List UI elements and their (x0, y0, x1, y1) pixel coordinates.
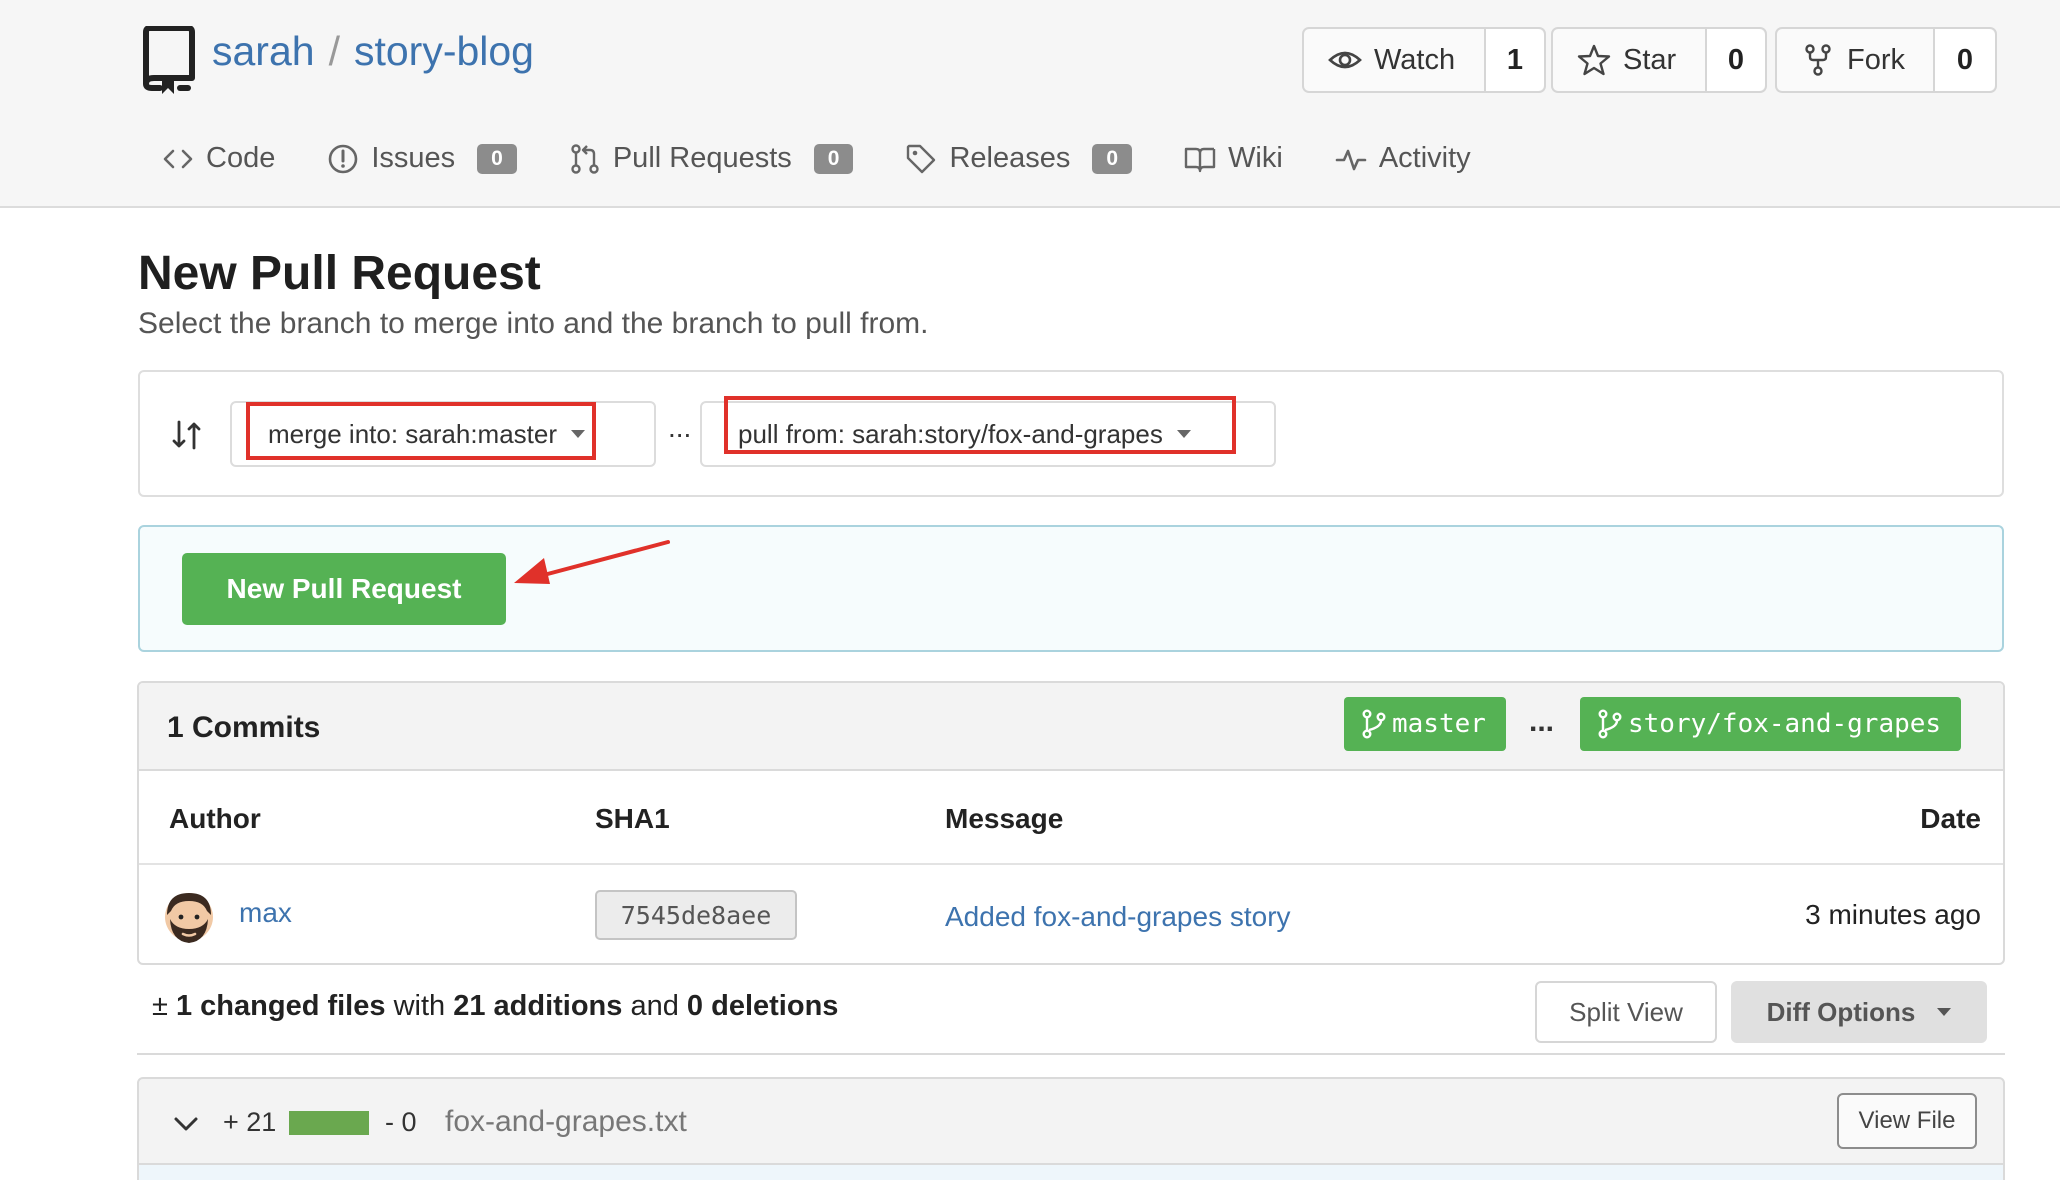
commits-column-header: Author SHA1 Message Date (139, 771, 2003, 865)
page-subtitle: Select the branch to merge into and the … (138, 307, 929, 340)
star-action: Star 0 (1551, 27, 1767, 93)
diff-options-button[interactable]: Diff Options (1731, 981, 1987, 1043)
base-branch-pill[interactable]: master (1344, 697, 1506, 751)
releases-count-badge: 0 (1092, 143, 1133, 174)
pull-request-icon (571, 143, 599, 174)
branch-selector-box: merge into: sarah:master ... pull from: … (138, 370, 2004, 497)
fork-label: Fork (1847, 43, 1905, 76)
branch-compare-dots: ... (1529, 705, 1555, 738)
book-icon (1184, 147, 1216, 172)
column-author: Author (169, 803, 261, 834)
compare-arrows-icon (172, 420, 201, 450)
commits-header: 1 Commits master ... story/fox-and-grape… (139, 683, 2003, 771)
fork-action: Fork 0 (1775, 27, 1997, 93)
repo-tabs: Code Issues 0 Pull Requests 0 Releases 0… (162, 142, 1523, 175)
divider (137, 1053, 2005, 1055)
diff-options-label: Diff Options (1766, 996, 1916, 1027)
repo-header: sarah / story-blog Watch 1 Star 0 Fork 0… (0, 0, 2060, 208)
additions-count: 21 additions (453, 990, 623, 1022)
tab-pull-requests-label: Pull Requests (612, 142, 792, 174)
watch-action: Watch 1 (1302, 27, 1546, 93)
additions-bar (289, 1111, 369, 1135)
create-pr-box: New Pull Request (138, 525, 2004, 652)
repository-icon (143, 26, 195, 94)
tab-activity-label: Activity (1378, 142, 1471, 174)
star-label: Star (1623, 43, 1677, 76)
eye-icon (1328, 51, 1362, 69)
tab-code-label: Code (206, 142, 276, 174)
tab-code[interactable]: Code (162, 142, 275, 175)
changed-files-count: 1 changed files (175, 990, 386, 1022)
column-date: Date (1920, 803, 1981, 834)
pulse-icon (1335, 149, 1367, 170)
commit-author-link[interactable]: max (239, 897, 292, 929)
column-message: Message (945, 803, 1064, 834)
star-count[interactable]: 0 (1705, 29, 1765, 91)
file-content-area (139, 1163, 2003, 1180)
watch-count[interactable]: 1 (1484, 29, 1544, 91)
commit-date: 3 minutes ago (1805, 899, 1981, 930)
table-row: max 7545de8aee Added fox-and-grapes stor… (139, 865, 2003, 963)
repo-name-link[interactable]: story-blog (354, 28, 534, 74)
tag-icon (907, 144, 936, 173)
diff-stats: ± 1 changed files with 21 additions and … (152, 990, 838, 1023)
tab-issues[interactable]: Issues 0 (327, 142, 517, 175)
view-file-button[interactable]: View File (1837, 1093, 1977, 1149)
column-sha: SHA1 (595, 803, 670, 834)
file-name: fox-and-grapes.txt (445, 1105, 687, 1138)
tab-wiki[interactable]: Wiki (1184, 142, 1283, 175)
file-deletions-count: - 0 (385, 1107, 417, 1137)
diff-stat-with: with (393, 990, 446, 1022)
pull-requests-count-badge: 0 (813, 143, 854, 174)
commits-count-title: 1 Commits (167, 711, 321, 744)
repo-owner-link[interactable]: sarah (212, 28, 315, 74)
head-branch-pill[interactable]: story/fox-and-grapes (1580, 697, 1962, 751)
star-icon (1577, 44, 1611, 76)
file-additions-count: + 21 (223, 1107, 277, 1137)
file-diff-header: + 21 - 0 fox-and-grapes.txt View File (137, 1077, 2005, 1180)
diff-stat-and: and (630, 990, 679, 1022)
tab-pull-requests[interactable]: Pull Requests 0 (569, 142, 854, 175)
avatar (165, 893, 213, 943)
commit-sha-badge[interactable]: 7545de8aee (595, 890, 797, 940)
issues-count-badge: 0 (477, 143, 517, 174)
branch-icon (1362, 709, 1386, 739)
branch-separator-dots: ... (668, 412, 692, 443)
base-branch-label: master (1392, 709, 1486, 739)
fork-icon (1805, 44, 1831, 76)
branch-icon (1598, 709, 1622, 739)
head-branch-label: story/fox-and-grapes (1628, 709, 1942, 739)
breadcrumb-separator: / (328, 28, 340, 74)
watch-label: Watch (1374, 43, 1456, 76)
commit-message-link[interactable]: Added fox-and-grapes story (945, 901, 1291, 933)
plus-minus-icon: ± (152, 990, 168, 1022)
chevron-down-icon (1937, 1008, 1952, 1016)
annotation-arrow-icon (514, 540, 670, 584)
deletions-count: 0 deletions (686, 990, 839, 1022)
tab-activity[interactable]: Activity (1335, 142, 1471, 175)
pull-from-label: pull from: sarah:story/fox-and-grapes (738, 418, 1163, 449)
chevron-down-icon (1176, 430, 1191, 438)
star-button[interactable]: Star (1553, 29, 1705, 91)
page-title: New Pull Request (138, 247, 541, 300)
repo-breadcrumb: sarah / story-blog (212, 28, 534, 75)
code-icon (163, 149, 193, 168)
fork-button[interactable]: Fork (1777, 29, 1933, 91)
tab-wiki-label: Wiki (1228, 142, 1283, 174)
split-view-button[interactable]: Split View (1535, 981, 1717, 1043)
chevron-down-icon (571, 430, 586, 438)
merge-into-dropdown[interactable]: merge into: sarah:master (230, 401, 656, 467)
tab-issues-label: Issues (371, 142, 456, 174)
commits-table: 1 Commits master ... story/fox-and-grape… (137, 681, 2005, 965)
watch-button[interactable]: Watch (1304, 29, 1484, 91)
issue-icon (329, 144, 358, 173)
tab-releases[interactable]: Releases 0 (905, 142, 1133, 175)
new-pull-request-button[interactable]: New Pull Request (182, 553, 506, 625)
chevron-down-icon[interactable] (171, 1109, 201, 1139)
pull-from-dropdown[interactable]: pull from: sarah:story/fox-and-grapes (700, 401, 1276, 467)
merge-into-label: merge into: sarah:master (268, 418, 558, 449)
fork-count[interactable]: 0 (1933, 29, 1995, 91)
tab-releases-label: Releases (949, 142, 1071, 174)
